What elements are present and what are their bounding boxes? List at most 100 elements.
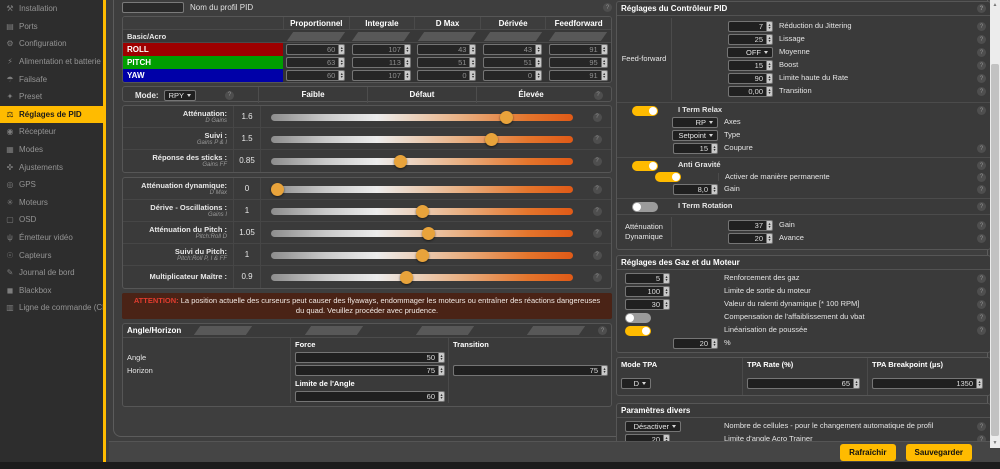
help-icon[interactable]: ?: [977, 61, 986, 70]
slider-track[interactable]: [271, 158, 573, 165]
spinner-buttons[interactable]: ▲▼: [711, 184, 718, 195]
number-input[interactable]: 20▲▼: [673, 338, 718, 349]
toggle-switch[interactable]: [632, 161, 658, 171]
sidebar-item-ajustements[interactable]: ✜Ajustements: [0, 158, 103, 176]
spinner-buttons[interactable]: ▲▼: [853, 378, 860, 389]
help-icon[interactable]: ?: [977, 74, 986, 83]
horizon-transition-input[interactable]: 75▲▼: [453, 365, 608, 376]
number-input[interactable]: 91▲▼: [549, 44, 608, 55]
spinner-buttons[interactable]: ▲▼: [766, 34, 773, 45]
tpa-rate-input[interactable]: 65▲▼: [747, 378, 860, 389]
spinner-buttons[interactable]: ▲▼: [469, 57, 476, 68]
help-icon[interactable]: ?: [598, 326, 607, 335]
spinner-buttons[interactable]: ▲▼: [711, 143, 718, 154]
help-icon[interactable]: ?: [977, 22, 986, 31]
number-input[interactable]: 95▲▼: [549, 57, 608, 68]
spinner-buttons[interactable]: ▲▼: [663, 286, 670, 297]
dropdown-select[interactable]: OFF: [727, 47, 773, 58]
spinner-buttons[interactable]: ▲▼: [766, 60, 773, 71]
number-input[interactable]: 51▲▼: [417, 57, 476, 68]
slider-thumb[interactable]: [394, 155, 407, 168]
spinner-buttons[interactable]: ▲▼: [438, 352, 445, 363]
number-input[interactable]: 0▲▼: [483, 70, 542, 81]
help-icon[interactable]: ?: [977, 313, 986, 322]
slider-track[interactable]: [271, 186, 573, 193]
number-input[interactable]: 0,00▲▼: [728, 86, 773, 97]
spinner-buttons[interactable]: ▲▼: [976, 378, 983, 389]
spinner-buttons[interactable]: ▲▼: [535, 70, 542, 81]
help-icon[interactable]: ?: [977, 274, 986, 283]
dropdown-select[interactable]: Setpoint: [672, 130, 718, 141]
toggle-switch[interactable]: [625, 326, 651, 336]
slider-mode-select[interactable]: RPY: [164, 90, 196, 101]
number-input[interactable]: 107▲▼: [352, 44, 411, 55]
slider-thumb[interactable]: [416, 249, 429, 262]
sidebar-item-journal-de-bord[interactable]: ✎Journal de bord: [0, 264, 103, 282]
number-input[interactable]: 60▲▼: [286, 44, 345, 55]
spinner-buttons[interactable]: ▲▼: [601, 365, 608, 376]
slider-thumb[interactable]: [416, 205, 429, 218]
sidebar-item-gps[interactable]: ◎GPS: [0, 176, 103, 194]
sidebar-item-configuration[interactable]: ⚙Configuration: [0, 35, 103, 53]
sidebar-item-alimentation-et-batterie[interactable]: ⚡Alimentation et batterie: [0, 53, 103, 71]
toggle-switch[interactable]: [625, 313, 651, 323]
help-icon[interactable]: ?: [603, 3, 612, 12]
slider-thumb[interactable]: [422, 227, 435, 240]
help-icon[interactable]: ?: [977, 87, 986, 96]
number-input[interactable]: 30▲▼: [625, 299, 670, 310]
sidebar-item-moteurs[interactable]: ✳Moteurs: [0, 194, 103, 212]
spinner-buttons[interactable]: ▲▼: [663, 299, 670, 310]
spinner-buttons[interactable]: ▲▼: [469, 70, 476, 81]
spinner-buttons[interactable]: ▲▼: [338, 57, 345, 68]
spinner-buttons[interactable]: ▲▼: [404, 57, 411, 68]
refresh-button[interactable]: Rafraîchir: [840, 444, 895, 461]
toggle-switch[interactable]: [632, 202, 658, 212]
slider-thumb[interactable]: [271, 183, 284, 196]
number-input[interactable]: 8,0▲▼: [673, 184, 718, 195]
number-input[interactable]: 91▲▼: [549, 70, 608, 81]
number-input[interactable]: 113▲▼: [352, 57, 411, 68]
help-icon[interactable]: ?: [977, 185, 986, 194]
help-icon[interactable]: ?: [977, 106, 986, 115]
number-input[interactable]: 20▲▼: [728, 233, 773, 244]
slider-track[interactable]: [271, 274, 573, 281]
slider-track[interactable]: [271, 230, 573, 237]
sidebar-item-ligne-de-commande-cli-[interactable]: ▥Ligne de commande (CLI): [0, 299, 103, 317]
spinner-buttons[interactable]: ▲▼: [338, 70, 345, 81]
number-input[interactable]: 15▲▼: [673, 143, 718, 154]
horizon-strength-input[interactable]: 75▲▼: [295, 365, 445, 376]
tpa-mode-select[interactable]: D: [621, 378, 651, 389]
toggle-switch[interactable]: [655, 172, 681, 182]
number-input[interactable]: 37▲▼: [728, 220, 773, 231]
help-icon[interactable]: ?: [593, 273, 602, 282]
sidebar-item--metteur-vid-o[interactable]: ψÉmetteur vidéo: [0, 229, 103, 247]
sidebar-item-capteurs[interactable]: ☉Capteurs: [0, 246, 103, 264]
spinner-buttons[interactable]: ▲▼: [601, 44, 608, 55]
sidebar-item-blackbox[interactable]: ◼Blackbox: [0, 282, 103, 300]
sidebar-item-osd[interactable]: ▢OSD: [0, 211, 103, 229]
help-icon[interactable]: ?: [593, 157, 602, 166]
slider-track[interactable]: [271, 252, 573, 259]
sidebar-item-r-glages-de-pid[interactable]: ⚖Réglages de PID: [0, 106, 103, 124]
help-icon[interactable]: ?: [977, 35, 986, 44]
sidebar-item-r-cepteur[interactable]: ◉Récepteur: [0, 123, 103, 141]
spinner-buttons[interactable]: ▲▼: [438, 365, 445, 376]
number-input[interactable]: 15▲▼: [728, 60, 773, 71]
sidebar-item-failsafe[interactable]: ☂Failsafe: [0, 70, 103, 88]
scroll-up-arrow[interactable]: ▲: [990, 0, 1000, 10]
help-icon[interactable]: ?: [593, 251, 602, 260]
spinner-buttons[interactable]: ▲▼: [469, 44, 476, 55]
help-icon[interactable]: ?: [593, 229, 602, 238]
spinner-buttons[interactable]: ▲▼: [404, 70, 411, 81]
slider-thumb[interactable]: [485, 133, 498, 146]
number-input[interactable]: 63▲▼: [286, 57, 345, 68]
number-input[interactable]: 60▲▼: [286, 70, 345, 81]
tpa-breakpoint-input[interactable]: 1350▲▼: [872, 378, 983, 389]
help-icon[interactable]: ?: [977, 4, 986, 13]
number-input[interactable]: 100▲▼: [625, 286, 670, 297]
help-icon[interactable]: ?: [977, 48, 986, 57]
spinner-buttons[interactable]: ▲▼: [535, 44, 542, 55]
scroll-down-arrow[interactable]: ▼: [990, 438, 1000, 448]
toggle-switch[interactable]: [632, 106, 658, 116]
help-icon[interactable]: ?: [977, 202, 986, 211]
